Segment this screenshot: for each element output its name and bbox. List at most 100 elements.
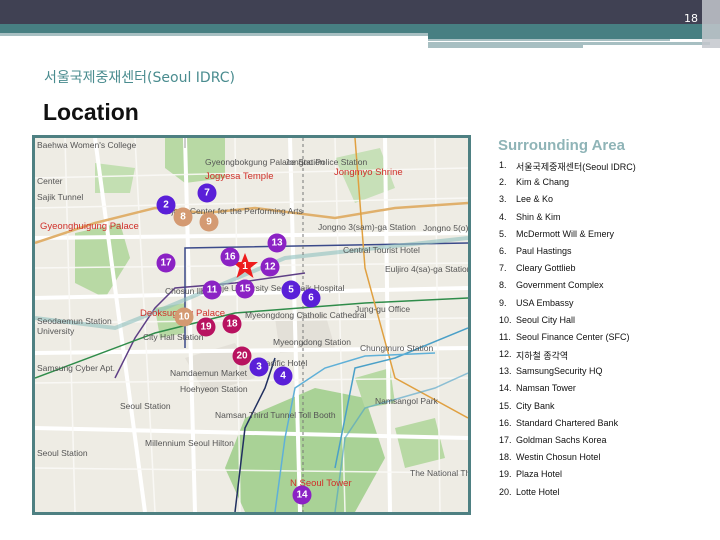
- map-marker-label: 2: [163, 199, 169, 211]
- header-bar: [0, 0, 720, 24]
- list-item-label: SamsungSecurity HQ: [516, 366, 603, 377]
- list-item: 17. Goldman Sachs Korea: [499, 435, 636, 452]
- list-item-number: 19.: [499, 469, 512, 480]
- map-marker[interactable]: 17: [156, 253, 176, 273]
- list-item-label: Shin & Kim: [516, 211, 561, 222]
- map-marker[interactable]: 9: [199, 212, 219, 232]
- list-item-number: 16.: [499, 417, 512, 428]
- slide-title: Location: [43, 99, 139, 125]
- list-item: 13. SamsungSecurity HQ: [499, 366, 636, 383]
- map-place-label: The National Theater of Korea: [410, 468, 471, 478]
- map-place-label: Seodaemun Station: [37, 316, 112, 326]
- list-item-number: 13.: [499, 366, 512, 377]
- header-divider: [428, 39, 670, 41]
- map-marker-label: 20: [236, 350, 248, 362]
- list-item: 9. USA Embassy: [499, 298, 636, 315]
- surrounding-area-list: 1. 서울국제중재센터(Seoul IDRC) 2. Kim & Chang 3. Lee…: [499, 160, 636, 504]
- map-marker-label: 14: [296, 489, 308, 501]
- list-item-label: Government Complex: [516, 280, 604, 291]
- map-marker-label: 9: [206, 216, 212, 228]
- list-item-number: 17.: [499, 435, 512, 445]
- map-place-label: Jongno 3(sam)-ga Station: [318, 222, 416, 232]
- list-item: 3. Lee & Ko: [499, 194, 636, 211]
- header-divider: [583, 42, 710, 45]
- map-marker[interactable]: 15: [235, 279, 255, 299]
- list-item-number: 1.: [499, 160, 507, 170]
- map-marker[interactable]: 16: [220, 247, 240, 267]
- map-place-label: Jung-gu Office: [355, 304, 411, 314]
- list-item-label: Lee & Ko: [516, 194, 554, 205]
- map-marker[interactable]: 4: [273, 366, 293, 386]
- map-marker[interactable]: 14: [292, 485, 312, 505]
- list-item-label: Standard Chartered Bank: [516, 417, 619, 428]
- list-item: 10. Seoul City Hall: [499, 315, 636, 332]
- slide-subtitle: 서울국제중재센터(Seoul IDRC): [44, 70, 235, 86]
- list-item-label: Cleary Gottlieb: [516, 263, 576, 274]
- map-marker[interactable]: 18: [222, 314, 242, 334]
- list-item: 11. Seoul Finance Center (SFC): [499, 332, 636, 349]
- map-marker[interactable]: 7: [197, 183, 217, 203]
- list-item-label: Westin Chosun Hotel: [516, 452, 601, 463]
- map-place-label: City Hall Station: [143, 332, 204, 342]
- map-marker-label: 17: [160, 257, 172, 269]
- map-place-label: Jongno Police Station: [285, 157, 368, 167]
- map-place-label: Seoul Station: [37, 448, 88, 458]
- header-accent-band: [0, 24, 720, 33]
- map-marker[interactable]: 5: [281, 280, 301, 300]
- map-place-label: Seoul Station: [120, 401, 171, 411]
- header-edge-decoration: [702, 0, 720, 48]
- list-item-number: 5.: [499, 228, 507, 239]
- map-place-label: Euljiro 4(sa)-ga Station: [385, 264, 471, 274]
- map-marker-label: 10: [178, 311, 190, 323]
- map-marker-label: 4: [280, 370, 286, 382]
- list-item-number: 10.: [499, 314, 512, 325]
- map-marker[interactable]: 10: [174, 307, 194, 327]
- map-marker-label: 7: [204, 187, 210, 199]
- list-item: 6. Paul Hastings: [499, 246, 636, 263]
- list-item: 4. Shin & Kim: [499, 212, 636, 229]
- list-item: 5. McDermott Will & Emery: [499, 229, 636, 246]
- map-marker[interactable]: 12: [260, 257, 280, 277]
- list-item: 18. Westin Chosun Hotel: [499, 452, 636, 469]
- map-marker-label: 12: [264, 261, 276, 273]
- map-marker-label: 15: [239, 283, 251, 295]
- list-item-label: 서울국제중재센터(Seoul IDRC): [516, 162, 636, 172]
- list-item-number: 8.: [499, 280, 507, 291]
- list-item: 14. Namsan Tower: [499, 383, 636, 400]
- map-place-label: Gyeonghuigung Palace: [40, 221, 139, 232]
- map-marker-label: 5: [288, 284, 294, 296]
- map-place-label: Sajik Tunnel: [37, 192, 84, 202]
- list-item-number: 9.: [499, 297, 507, 308]
- list-item: 16. Standard Chartered Bank: [499, 418, 636, 435]
- map-place-label: Myeongdong Station: [273, 337, 351, 347]
- map-marker[interactable]: 2: [156, 195, 176, 215]
- header-divider: [0, 33, 428, 36]
- map-marker[interactable]: 20: [232, 346, 252, 366]
- map-marker-label: 11: [206, 284, 218, 296]
- list-item-label: Seoul City Hall: [516, 314, 576, 325]
- map-marker[interactable]: 11: [202, 280, 222, 300]
- map-place-label: Central Tourist Hotel: [343, 245, 420, 255]
- list-item: 12. 지하철 종각역: [499, 349, 636, 366]
- list-item: 7. Cleary Gottlieb: [499, 263, 636, 280]
- header-divider: [428, 42, 583, 48]
- list-item-label: City Bank: [516, 400, 555, 411]
- map-place-label: Hoehyeon Station: [180, 384, 248, 394]
- list-item-number: 6.: [499, 245, 507, 256]
- map-marker[interactable]: 6: [301, 288, 321, 308]
- map-marker[interactable]: 8: [173, 207, 193, 227]
- list-item-label: USA Embassy: [516, 297, 574, 308]
- map-marker[interactable]: 13: [267, 233, 287, 253]
- map-marker-label: 6: [308, 292, 314, 304]
- list-item-number: 20.: [499, 486, 512, 497]
- list-item: 2. Kim & Chang: [499, 177, 636, 194]
- location-map: Baehwa Women's College Gyeongbokgung Pala…: [32, 135, 471, 515]
- list-item-label: McDermott Will & Emery: [516, 228, 615, 239]
- map-marker[interactable]: 19: [196, 317, 216, 337]
- list-item-number: 4.: [499, 211, 507, 222]
- list-item-label: Namsan Tower: [516, 383, 576, 394]
- list-item-label: Paul Hastings: [516, 245, 572, 256]
- map-marker-label: 18: [226, 318, 238, 330]
- map-marker[interactable]: 3: [249, 357, 269, 377]
- map-place-label: Samsung Cyber Apt.: [37, 363, 115, 373]
